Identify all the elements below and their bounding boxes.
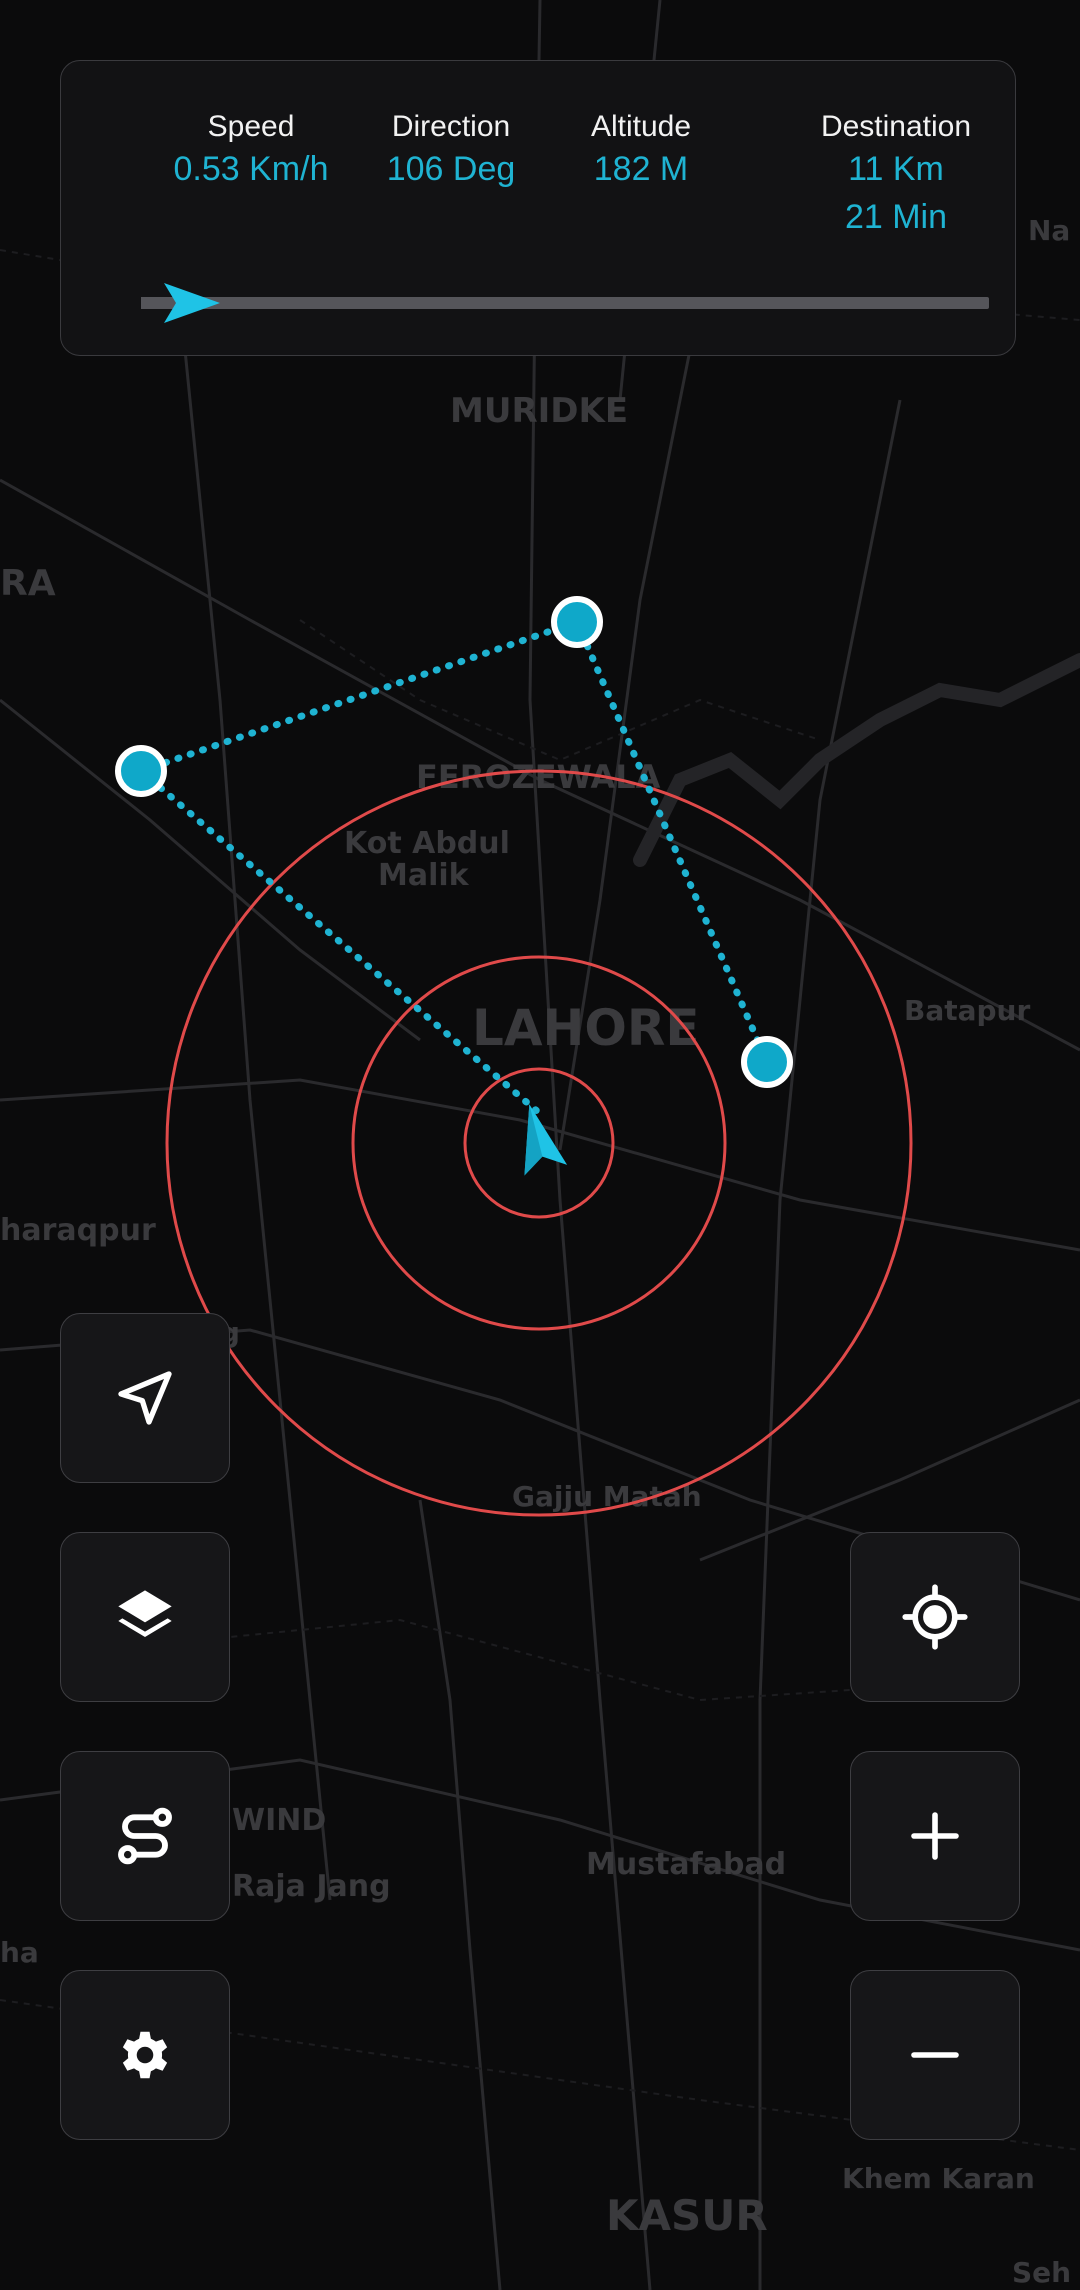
- waypoint-marker[interactable]: [115, 745, 167, 797]
- map-label: Seh: [1012, 2256, 1071, 2289]
- waypoint-marker[interactable]: [741, 1036, 793, 1088]
- speed-label: Speed: [207, 110, 295, 143]
- route-progress-thumb-icon[interactable]: [162, 279, 222, 327]
- map-label: WIND: [232, 1803, 326, 1838]
- plus-icon: [911, 1812, 959, 1860]
- map-label: Batapur: [904, 994, 1030, 1027]
- map-label: Malik: [378, 858, 470, 893]
- direction-stat: Direction 106 Deg: [361, 109, 541, 193]
- map-label: ha: [0, 1936, 39, 1969]
- map-label: Kot Abdul: [344, 826, 510, 861]
- map-label: Khem Karan: [842, 2162, 1035, 2195]
- locate-button[interactable]: [850, 1532, 1020, 1702]
- layers-icon: [118, 1590, 172, 1637]
- destination-stat: Destination 11 Km 21 Min: [801, 109, 991, 241]
- altitude-stat: Altitude 182 M: [551, 109, 731, 193]
- route-button[interactable]: [60, 1751, 230, 1921]
- map-label: Na: [1028, 214, 1070, 247]
- layers-button[interactable]: [60, 1532, 230, 1702]
- map-label: Mustafabad: [586, 1847, 786, 1882]
- zoom-in-button[interactable]: [850, 1751, 1020, 1921]
- map-label: haraqpur: [0, 1213, 156, 1248]
- route-icon: [118, 1807, 172, 1865]
- waypoint-marker[interactable]: [551, 596, 603, 648]
- map-label: MURIDKE: [450, 391, 628, 431]
- map-label: KASUR: [606, 2191, 768, 2240]
- settings-button[interactable]: [60, 1970, 230, 2140]
- destination-distance: 11 Km: [848, 150, 944, 188]
- speed-value: 0.53 Km/h: [173, 150, 329, 188]
- destination-time: 21 Min: [844, 198, 948, 236]
- minus-icon: [911, 2052, 959, 2058]
- direction-label: Direction: [391, 110, 511, 143]
- crosshair-icon: [902, 1584, 968, 1650]
- altitude-value: 182 M: [593, 150, 689, 188]
- navigate-button[interactable]: [60, 1313, 230, 1483]
- map-label: FEROZEWALA: [416, 758, 661, 796]
- speed-stat: Speed 0.53 Km/h: [161, 109, 341, 193]
- navigation-arrow-icon: [118, 1371, 172, 1425]
- direction-value: 106 Deg: [386, 150, 516, 188]
- status-panel: Speed 0.53 Km/h Direction 106 Deg Altitu…: [60, 60, 1016, 356]
- gear-icon: [122, 2031, 168, 2079]
- zoom-out-button[interactable]: [850, 1970, 1020, 2140]
- map-label: RA: [0, 563, 56, 604]
- altitude-label: Altitude: [590, 110, 692, 143]
- map-label: Raja Jang: [232, 1869, 391, 1904]
- route-progress-track: [141, 297, 989, 309]
- destination-label: Destination: [820, 110, 972, 143]
